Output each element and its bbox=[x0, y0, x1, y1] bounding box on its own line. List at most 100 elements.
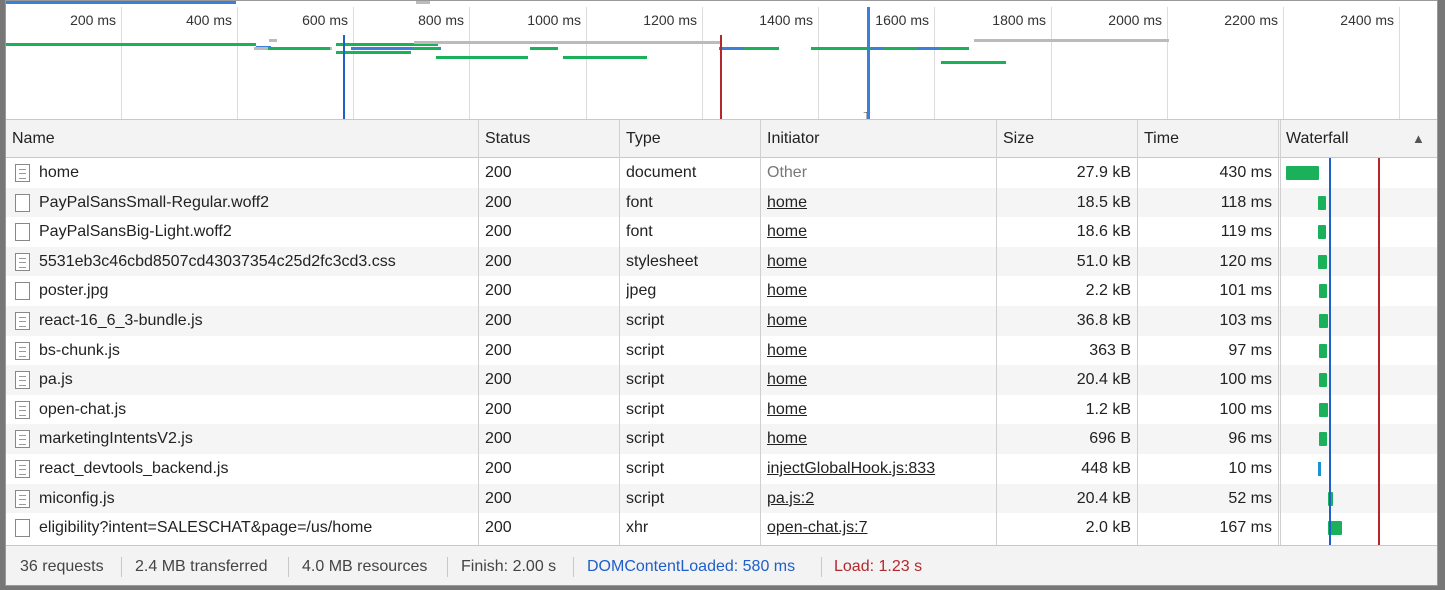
cell-type: script bbox=[626, 489, 665, 507]
cell-size: 20.4 kB bbox=[1076, 489, 1131, 507]
cell-name[interactable]: marketingIntentsV2.js bbox=[39, 424, 475, 454]
table-row[interactable]: home 200 document Other 27.9 kB 430 ms bbox=[6, 158, 1437, 188]
overview-timeline[interactable]: ⌶ 200 ms400 ms600 ms800 ms1000 ms1200 ms… bbox=[6, 1, 1437, 124]
cell-name[interactable]: bs-chunk.js bbox=[39, 336, 475, 366]
document-icon bbox=[15, 400, 30, 419]
cell-time: 52 ms bbox=[1228, 489, 1272, 507]
cell-name[interactable]: poster.jpg bbox=[39, 276, 475, 306]
cell-status: 200 bbox=[485, 341, 512, 359]
cell-initiator[interactable]: home bbox=[767, 395, 992, 425]
cell-type: script bbox=[626, 312, 665, 329]
cell-size: 2.2 kB bbox=[1085, 282, 1131, 300]
cell-initiator[interactable]: pa.js:2 bbox=[767, 484, 992, 514]
file-icon bbox=[15, 223, 30, 242]
column-header-size[interactable]: Size bbox=[997, 120, 1137, 158]
overview-tick-label: 400 ms bbox=[186, 12, 232, 28]
cell-initiator[interactable]: home bbox=[767, 217, 992, 247]
document-icon bbox=[15, 430, 30, 449]
cell-type: script bbox=[626, 371, 665, 389]
cell-time: 100 ms bbox=[1219, 371, 1272, 389]
cell-initiator[interactable]: home bbox=[767, 306, 992, 336]
file-icon bbox=[15, 282, 30, 301]
sort-ascending-icon[interactable]: ▲ bbox=[1406, 120, 1430, 158]
cell-initiator[interactable]: home bbox=[767, 247, 992, 277]
cell-name[interactable]: react_devtools_backend.js bbox=[39, 454, 475, 484]
overview-request-bar bbox=[974, 39, 1169, 42]
overview-tick-label: 600 ms bbox=[302, 12, 348, 28]
cell-name[interactable]: pa.js bbox=[39, 365, 475, 395]
cell-name[interactable]: PayPalSansSmall-Regular.woff2 bbox=[39, 188, 475, 218]
overview-request-bar bbox=[939, 47, 969, 50]
cell-name[interactable]: open-chat.js bbox=[39, 395, 475, 425]
waterfall-bar[interactable] bbox=[1319, 343, 1327, 358]
waterfall-bar[interactable] bbox=[1318, 254, 1327, 269]
overview-tick-label: 2200 ms bbox=[1224, 12, 1278, 28]
waterfall-bar[interactable] bbox=[1318, 462, 1321, 476]
column-header-initiator[interactable]: Initiator bbox=[761, 120, 996, 158]
table-row[interactable]: eligibility?intent=SALESCHAT&page=/us/ho… bbox=[6, 513, 1437, 543]
waterfall-bar[interactable] bbox=[1319, 373, 1327, 388]
cell-status: 200 bbox=[485, 312, 512, 329]
cell-initiator[interactable]: home bbox=[767, 188, 992, 218]
cell-status: 200 bbox=[485, 282, 512, 300]
column-header-waterfall[interactable]: Waterfall bbox=[1280, 120, 1400, 158]
document-icon bbox=[15, 164, 30, 182]
table-row[interactable]: PayPalSansBig-Light.woff2 200 font home 18.6… bbox=[6, 217, 1437, 247]
table-row[interactable]: marketingIntentsV2.js 200 script home 696 B 9… bbox=[6, 424, 1437, 454]
overview-request-bar bbox=[501, 41, 721, 44]
cell-initiator: Other bbox=[767, 164, 808, 181]
waterfall-bar[interactable] bbox=[1319, 402, 1328, 417]
table-row[interactable]: pa.js 200 script home 20.4 kB 100 ms bbox=[6, 365, 1437, 395]
table-row[interactable]: 5531eb3c46cbd8507cd43037354c25d2fc3cd3.c… bbox=[6, 246, 1437, 277]
table-row[interactable]: bs-chunk.js 200 script home 363 B 97 ms bbox=[6, 336, 1437, 366]
overview-load-line bbox=[720, 35, 722, 119]
cell-name[interactable]: miconfig.js bbox=[39, 484, 475, 514]
waterfall-bar[interactable] bbox=[1319, 432, 1327, 447]
cell-size: 18.6 kB bbox=[1076, 223, 1131, 241]
waterfall-bar[interactable] bbox=[1318, 195, 1326, 210]
column-header-time[interactable]: Time bbox=[1138, 120, 1278, 158]
cell-name[interactable]: 5531eb3c46cbd8507cd43037354c25d2fc3cd3.c… bbox=[39, 247, 475, 277]
table-row[interactable]: miconfig.js 200 script pa.js:2 20.4 kB 52 ms bbox=[6, 483, 1437, 514]
table-row[interactable]: open-chat.js 200 script home 1.2 kB 100 ms bbox=[6, 395, 1437, 425]
cell-status: 200 bbox=[485, 430, 512, 448]
cell-type: font bbox=[626, 223, 653, 241]
cell-time: 167 ms bbox=[1219, 519, 1272, 537]
cell-name[interactable]: home bbox=[39, 158, 475, 188]
column-header-type[interactable]: Type bbox=[620, 120, 760, 158]
waterfall-bar[interactable] bbox=[1318, 225, 1326, 240]
cell-initiator[interactable]: home bbox=[767, 276, 992, 306]
status-domcontentloaded: DOMContentLoaded: 580 ms bbox=[587, 558, 796, 575]
column-header-status[interactable]: Status bbox=[479, 120, 619, 158]
cell-name[interactable]: react-16_6_3-bundle.js bbox=[39, 306, 475, 336]
cell-name[interactable]: PayPalSansBig-Light.woff2 bbox=[39, 217, 475, 247]
overview-tick-label: 200 ms bbox=[70, 12, 116, 28]
overview-request-bar bbox=[811, 47, 871, 50]
table-row[interactable]: PayPalSansSmall-Regular.woff2 200 font home… bbox=[6, 187, 1437, 218]
waterfall-bar[interactable] bbox=[1319, 314, 1328, 328]
cell-initiator[interactable]: injectGlobalHook.js:833 bbox=[767, 454, 992, 484]
overview-selection-handle[interactable] bbox=[416, 1, 430, 4]
waterfall-bar[interactable] bbox=[1286, 166, 1319, 180]
status-resources: 4.0 MB resources bbox=[302, 558, 428, 575]
table-row[interactable]: react_devtools_backend.js 200 script inject… bbox=[6, 454, 1437, 484]
table-header: Name Status Type Initiator Size Time Wat… bbox=[6, 120, 1437, 158]
cell-initiator[interactable]: home bbox=[767, 336, 992, 366]
table-row[interactable]: poster.jpg 200 jpeg home 2.2 kB 101 ms bbox=[6, 276, 1437, 306]
cell-initiator[interactable]: home bbox=[767, 365, 992, 395]
cell-initiator[interactable]: home bbox=[767, 424, 992, 454]
cell-status: 200 bbox=[485, 489, 512, 507]
table-row[interactable]: react-16_6_3-bundle.js 200 script home 36.8 … bbox=[6, 306, 1437, 336]
cell-size: 363 B bbox=[1089, 341, 1131, 359]
cell-type: stylesheet bbox=[626, 252, 699, 270]
cell-name[interactable]: eligibility?intent=SALESCHAT&page=/us/ho… bbox=[39, 513, 475, 543]
cell-type: document bbox=[626, 164, 697, 181]
waterfall-domcontentloaded-line bbox=[1329, 158, 1331, 546]
cell-initiator[interactable]: open-chat.js:7 bbox=[767, 513, 992, 543]
cell-type: script bbox=[626, 430, 665, 448]
waterfall-bar[interactable] bbox=[1319, 284, 1327, 299]
overview-request-bar bbox=[414, 47, 439, 50]
column-header-name[interactable]: Name bbox=[6, 120, 478, 158]
overview-gridline bbox=[1167, 7, 1168, 119]
cell-status: 200 bbox=[485, 223, 512, 241]
